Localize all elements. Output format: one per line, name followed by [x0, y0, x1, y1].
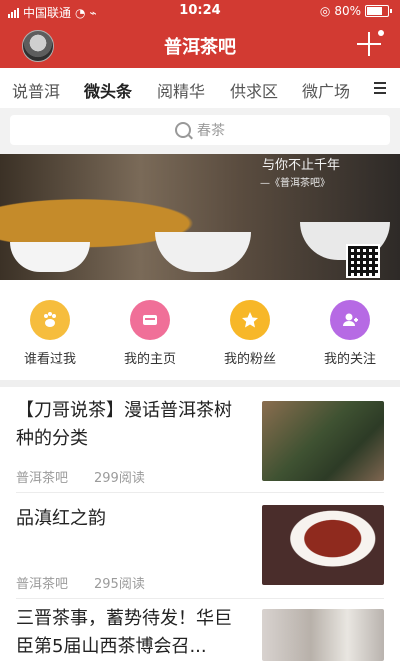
- article-title: 【刀哥说茶】漫话普洱茶树种的分类: [16, 400, 232, 449]
- status-right: ◎ 80%: [320, 4, 392, 18]
- banner-subtitle: —《普洱茶吧》: [260, 178, 330, 189]
- article-title: 品滇红之韵: [16, 508, 106, 529]
- article-item[interactable]: 品滇红之韵 普洱茶吧 295阅读: [0, 493, 400, 599]
- divider: [0, 380, 400, 387]
- page-title: 普洱茶吧: [164, 37, 236, 58]
- orientation-lock-icon: ◎: [319, 4, 331, 18]
- search-area: 春茶: [0, 108, 400, 154]
- quick-my-follows[interactable]: 我的关注: [300, 300, 400, 367]
- article-item[interactable]: 三晋茶事，蓄势待发！华巨臣第5届山西茶博会召...: [0, 599, 400, 661]
- banner[interactable]: 与你不止千年 —《普洱茶吧》: [0, 154, 400, 280]
- tab-gong-qiu[interactable]: 供求区: [230, 78, 278, 102]
- search-placeholder: 春茶: [197, 123, 225, 139]
- quick-label: 谁看过我: [23, 352, 76, 367]
- qr-code-icon: [346, 244, 380, 278]
- search-input[interactable]: 春茶: [10, 115, 390, 145]
- nav-bar: 普洱茶吧: [0, 22, 400, 68]
- status-bar: 中国联通 ◔ ⌁ 10:24 ◎ 80%: [0, 0, 400, 22]
- tea-cup-image: [155, 232, 251, 272]
- tabs: 说普洱 微头条 阅精华 供求区 微广场: [0, 68, 400, 112]
- tea-cup-image: [10, 242, 90, 272]
- article-list: 【刀哥说茶】漫话普洱茶树种的分类 普洱茶吧 299阅读 品滇红之韵 普洱茶吧 2…: [0, 387, 400, 661]
- quick-my-home[interactable]: 我的主页: [100, 300, 200, 367]
- battery-tip: [390, 9, 392, 13]
- article-reads: 295阅读: [94, 577, 145, 592]
- article-thumbnail: [262, 401, 384, 481]
- article-title: 三晋茶事，蓄势待发！华巨臣第5届山西茶博会召...: [16, 608, 232, 657]
- quick-links: 谁看过我 我的主页 我的粉丝 我的关注: [0, 280, 400, 380]
- search-icon: [175, 122, 191, 138]
- quick-who-viewed[interactable]: 谁看过我: [0, 300, 100, 367]
- card-icon: [130, 300, 170, 340]
- article-reads: 299阅读: [94, 471, 145, 486]
- star-icon: [230, 300, 270, 340]
- menu-icon[interactable]: [374, 82, 386, 94]
- quick-my-fans[interactable]: 我的粉丝: [200, 300, 300, 367]
- paw-icon: [30, 300, 70, 340]
- battery-percent: 80%: [334, 4, 361, 18]
- article-meta: 普洱茶吧 299阅读: [16, 467, 145, 486]
- battery-icon: [365, 5, 389, 17]
- article-source: 普洱茶吧: [16, 577, 69, 592]
- tab-shuo-puer[interactable]: 说普洱: [12, 78, 60, 102]
- article-meta: 普洱茶吧 295阅读: [16, 573, 145, 592]
- quick-label: 我的关注: [323, 352, 376, 367]
- quick-label: 我的粉丝: [223, 352, 276, 367]
- article-thumbnail: [262, 609, 384, 661]
- notification-dot: [378, 30, 384, 36]
- article-item[interactable]: 【刀哥说茶】漫话普洱茶树种的分类 普洱茶吧 299阅读: [0, 387, 400, 493]
- article-thumbnail: [262, 505, 384, 585]
- quick-label: 我的主页: [123, 352, 176, 367]
- tab-wei-toutiao[interactable]: 微头条: [84, 78, 132, 112]
- banner-slogan: 与你不止千年: [261, 158, 340, 173]
- article-source: 普洱茶吧: [16, 471, 69, 486]
- tab-wei-guangchang[interactable]: 微广场: [302, 78, 350, 102]
- tab-yue-jinghua[interactable]: 阅精华: [157, 78, 205, 102]
- user-icon: [330, 300, 370, 340]
